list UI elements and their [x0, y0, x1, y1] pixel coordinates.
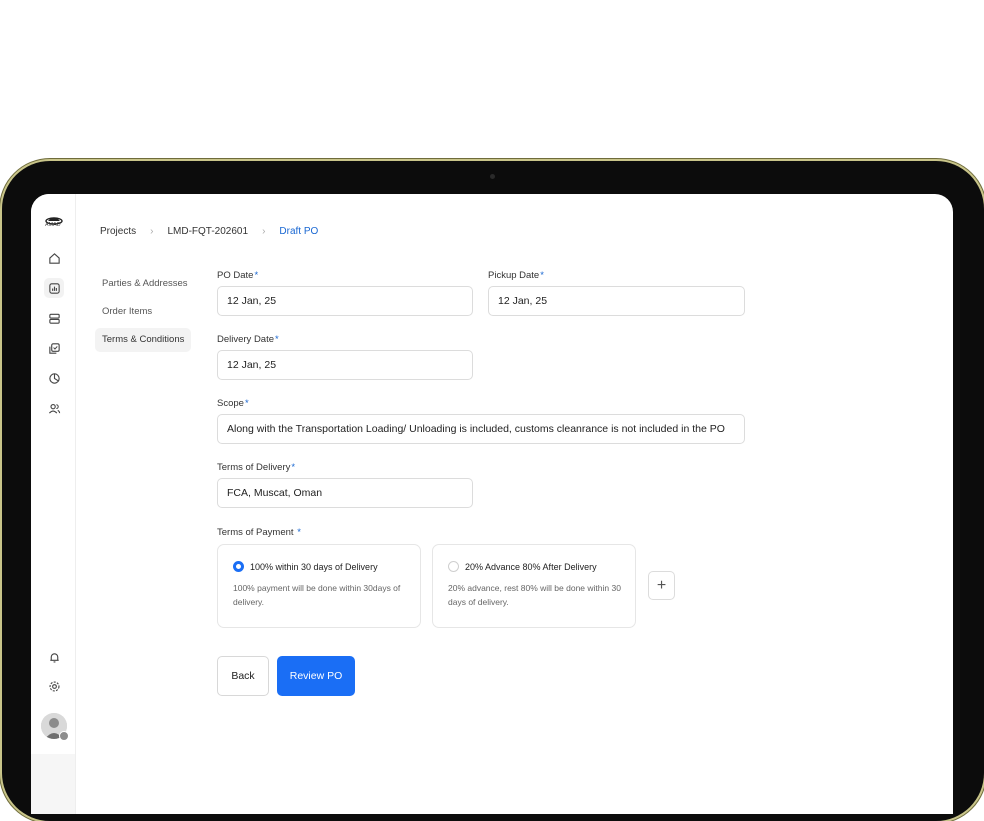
review-po-button[interactable]: Review PO [277, 656, 355, 696]
users-icon [48, 403, 60, 414]
nav-home[interactable] [44, 248, 64, 268]
payment-option-title: 100% within 30 days of Delivery [250, 561, 378, 572]
back-button[interactable]: Back [217, 656, 269, 696]
camera-dot [490, 174, 495, 179]
payment-option-title: 20% Advance 80% After Delivery [465, 561, 597, 572]
home-icon [48, 252, 60, 264]
section-terms-conditions[interactable]: Terms & Conditions [95, 328, 191, 352]
nav-tasks[interactable] [44, 338, 64, 358]
po-date-label: PO Date* [217, 270, 259, 281]
nav-reports[interactable] [44, 368, 64, 388]
plus-icon: + [656, 576, 667, 594]
payment-option-desc: 100% payment will be done within 30days … [233, 583, 401, 607]
logo-text: AMAD [45, 222, 61, 228]
delivery-date-field[interactable]: 12 Jan, 25 [217, 350, 473, 380]
breadcrumb-current: Draft PO [279, 226, 319, 237]
pie-chart-icon [48, 372, 60, 384]
app-screen: AMAD Projects › LMD-FQT-202601 › Draft P… [31, 194, 953, 814]
section-parties-addresses[interactable]: Parties & Addresses [95, 272, 191, 296]
clipboard-check-icon [48, 342, 60, 354]
pickup-date-field[interactable]: 12 Jan, 25 [488, 286, 745, 316]
nav-layers[interactable] [44, 308, 64, 328]
chart-icon [48, 282, 60, 294]
payment-option-desc: 20% advance, rest 80% will be done withi… [448, 583, 621, 607]
gear-icon [48, 680, 60, 692]
payment-option-full[interactable]: 100% within 30 days of Delivery 100% pay… [217, 544, 421, 628]
delivery-date-label: Delivery Date* [217, 334, 279, 345]
breadcrumb: Projects › LMD-FQT-202601 › Draft PO [100, 226, 318, 237]
payment-option-advance[interactable]: 20% Advance 80% After Delivery 20% advan… [432, 544, 636, 628]
radio-selected[interactable] [233, 561, 244, 572]
bell-icon [49, 652, 59, 663]
nav-users[interactable] [44, 398, 64, 418]
po-date-field[interactable]: 12 Jan, 25 [217, 286, 473, 316]
nav-settings[interactable] [44, 676, 64, 696]
terms-payment-label: Terms of Payment * [217, 527, 301, 538]
sidebar-rail: AMAD [31, 194, 76, 814]
radio-unselected[interactable] [448, 561, 459, 572]
nav-dashboard[interactable] [44, 278, 64, 298]
chevron-right-icon: › [262, 226, 266, 237]
add-payment-term-button[interactable]: + [648, 571, 675, 600]
section-nav: Parties & Addresses Order Items Terms & … [95, 272, 191, 356]
chevron-right-icon: › [150, 226, 154, 237]
status-dot [59, 731, 69, 741]
pickup-date-label: Pickup Date* [488, 270, 544, 281]
scope-label: Scope* [217, 398, 249, 409]
breadcrumb-project-id[interactable]: LMD-FQT-202601 [167, 226, 248, 237]
layers-icon [48, 313, 60, 324]
rail-footer [31, 754, 75, 814]
nav-notifications[interactable] [44, 647, 64, 667]
terms-delivery-label: Terms of Delivery* [217, 462, 296, 473]
section-order-items[interactable]: Order Items [95, 300, 191, 324]
breadcrumb-projects[interactable]: Projects [100, 226, 136, 237]
terms-delivery-field[interactable]: FCA, Muscat, Oman [217, 478, 473, 508]
scope-field[interactable]: Along with the Transportation Loading/ U… [217, 414, 745, 444]
